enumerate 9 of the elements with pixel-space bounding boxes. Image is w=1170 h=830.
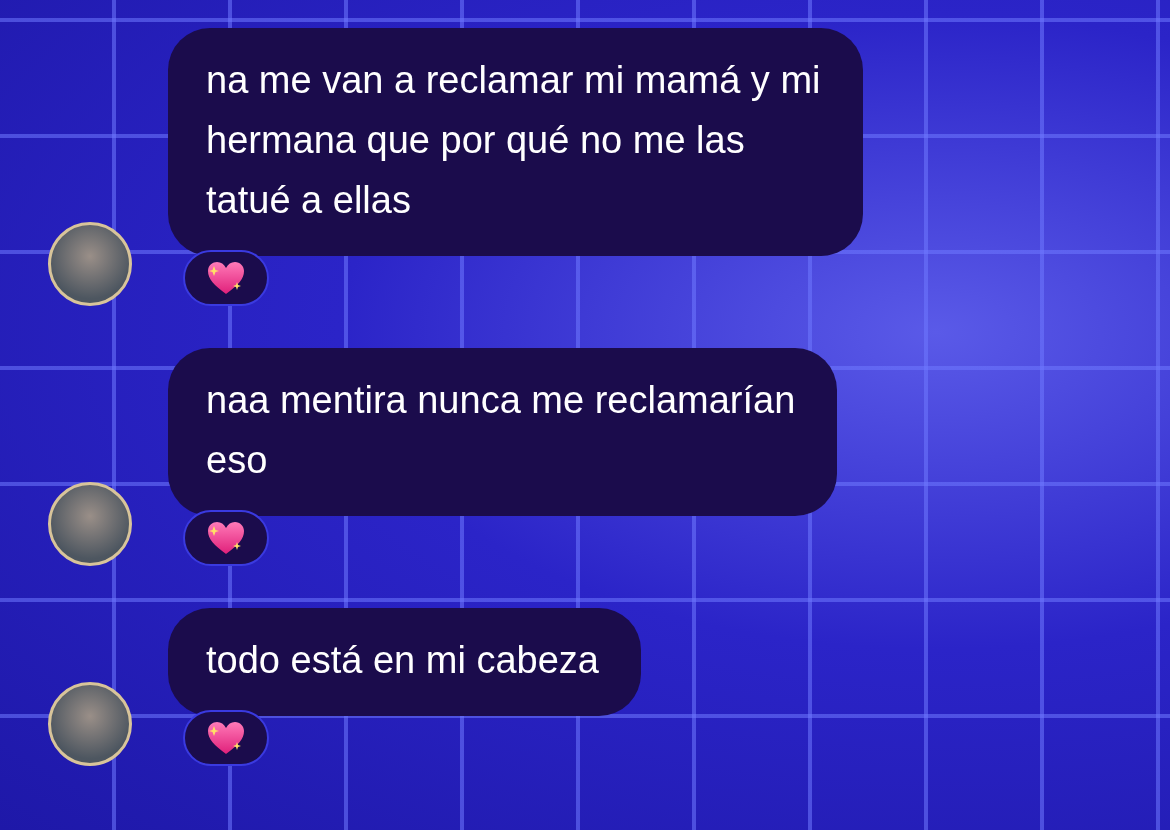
message-bubble: naa mentira nunca me reclamarían eso bbox=[168, 348, 838, 516]
message-bubble: na me van a reclamar mi mamá y mi hermana que por qué no me las tatué a ellas bbox=[168, 28, 863, 256]
reaction-badge[interactable] bbox=[183, 250, 269, 306]
sparkling-heart-icon bbox=[206, 520, 246, 556]
sparkling-heart-icon bbox=[206, 720, 246, 756]
sparkling-heart-icon bbox=[206, 260, 246, 296]
message-bubble: todo está en mi cabeza bbox=[168, 608, 641, 716]
reaction-badge[interactable] bbox=[183, 510, 269, 566]
reaction-badge[interactable] bbox=[183, 710, 269, 766]
